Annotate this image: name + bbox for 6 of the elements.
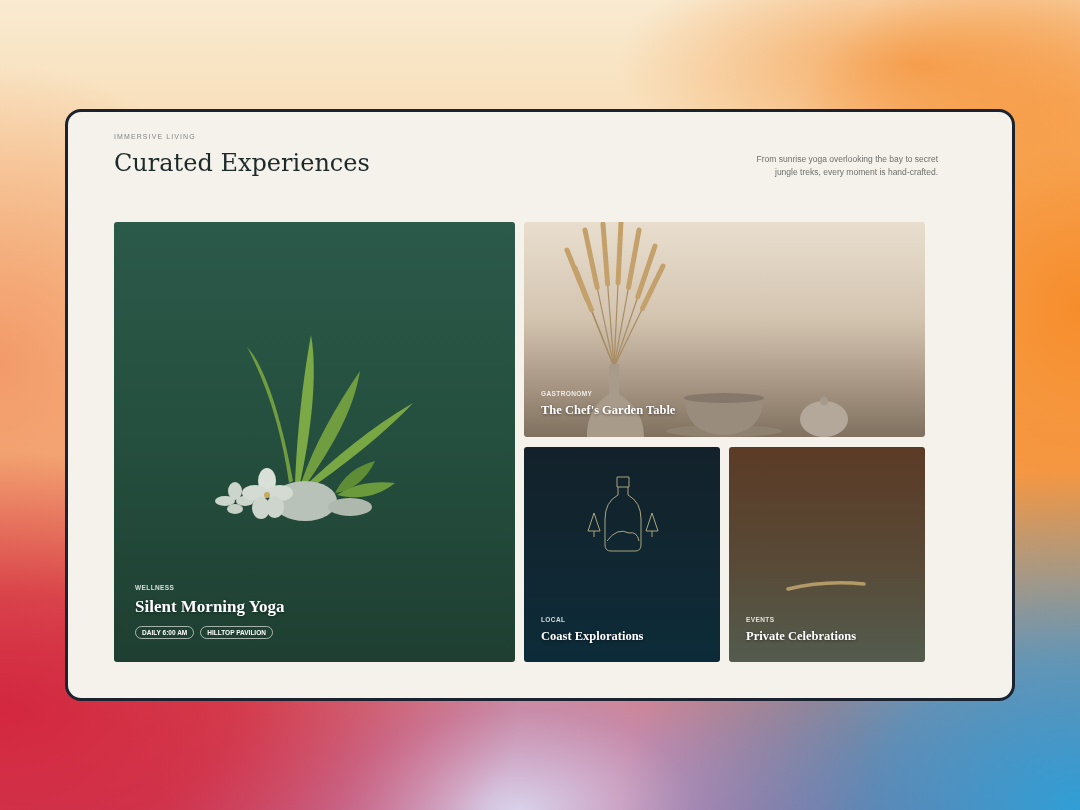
- card-title: Private Celebrations: [746, 628, 857, 644]
- section-description: From sunrise yoga overlooking the bay to secret jungle treks, every moment is hand-crafted.: [755, 153, 938, 179]
- card-title: The Chef's Garden Table: [541, 402, 676, 418]
- section-title: Curated Experiences: [114, 148, 370, 179]
- card-title: Coast Explorations: [541, 628, 644, 644]
- card-title: Silent Morning Yoga: [135, 597, 285, 617]
